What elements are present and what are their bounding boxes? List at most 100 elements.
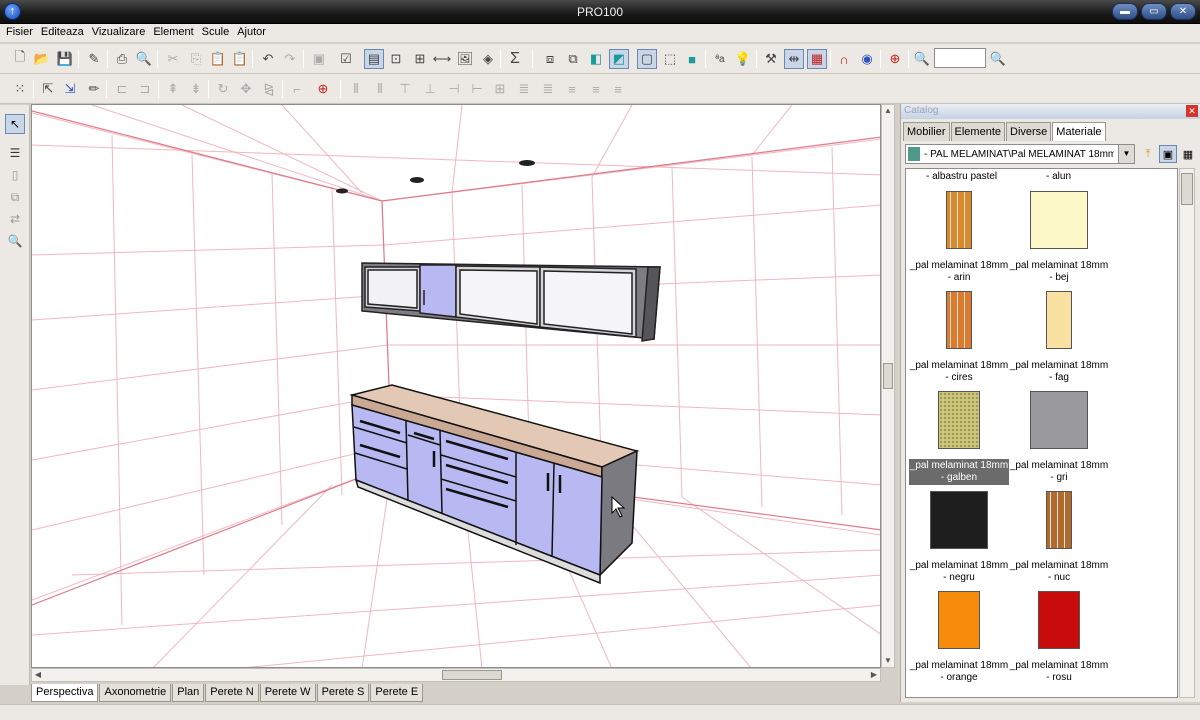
tab-perete-e[interactable]: Perete E (370, 684, 424, 702)
tab-diverse[interactable]: Diverse (1006, 122, 1052, 141)
grid-snap-icon[interactable]: ⁙ (10, 79, 30, 99)
cube-textured-icon[interactable]: ◩ (609, 49, 629, 69)
material-item[interactable]: _pal melaminat 18mm - galben (909, 391, 1009, 485)
close-button[interactable]: ✕ (1170, 3, 1196, 20)
material-item[interactable]: _pal melaminat 18mm - nuc (1009, 491, 1109, 585)
material-item[interactable]: _pal melaminat 18mm - fag (1009, 291, 1109, 385)
viewport-vertical-scrollbar[interactable]: ▲ ▼ (881, 104, 895, 668)
page-icon[interactable]: ▯ (5, 165, 25, 185)
distribute-icon[interactable]: ⫴ (346, 79, 366, 99)
material-item[interactable]: _pal melaminat 18mm - negru (909, 491, 1009, 585)
material-item[interactable]: _pal melaminat 18mm - gri (1009, 391, 1109, 485)
tab-plan[interactable]: Plan (172, 684, 205, 702)
stack-icon[interactable]: ≡ (608, 79, 628, 99)
grid-icon[interactable]: ▦ (807, 49, 827, 69)
cube-shaded-icon[interactable]: ◧ (586, 49, 606, 69)
ceiling-light[interactable] (410, 177, 424, 183)
magnet-icon[interactable]: ∩ (834, 49, 854, 69)
zoom-icon[interactable]: 🔍 (5, 231, 25, 251)
properties-icon[interactable]: ✎ (84, 49, 104, 69)
cube-box-icon[interactable]: ⬚ (660, 49, 680, 69)
material-item[interactable]: _pal melaminat 18mm - cires (909, 291, 1009, 385)
scroll-thumb[interactable] (442, 670, 502, 680)
tab-mobilier[interactable]: Mobilier (903, 122, 950, 141)
align-bottom-icon[interactable]: ⊥ (420, 79, 440, 99)
align-center-icon[interactable]: ⊞ (490, 79, 510, 99)
maximize-button[interactable]: ▭ (1141, 3, 1167, 20)
layers-icon[interactable]: ☰ (5, 143, 25, 163)
zoom-out-icon[interactable]: 🔍 (988, 49, 1008, 69)
rotate-icon[interactable]: ↻ (213, 79, 233, 99)
scroll-right-icon[interactable]: ▶ (868, 669, 880, 681)
catalog-scrollbar[interactable] (1179, 168, 1195, 698)
large-icons-view-icon[interactable]: ▣ (1159, 145, 1177, 163)
menu-fisier[interactable]: Fisier (2, 24, 37, 42)
paste-icon[interactable]: 📋 (208, 49, 228, 69)
chevron-down-icon[interactable]: ▼ (1118, 145, 1134, 163)
align-top-icon[interactable]: ⊤ (395, 79, 415, 99)
material-item[interactable]: _pal melaminat 18mm - arin (909, 191, 1009, 285)
align-right-icon[interactable]: ⊢ (467, 79, 487, 99)
zoom-input[interactable] (934, 48, 986, 68)
ceiling-light[interactable] (519, 160, 535, 166)
material-swatch[interactable] (1030, 191, 1088, 249)
light-bulb-icon[interactable]: 💡 (733, 49, 753, 69)
tab-perete-s[interactable]: Perete S (316, 684, 370, 702)
move-cross-icon[interactable]: ✥ (236, 79, 256, 99)
tab-materiale[interactable]: Materiale (1052, 122, 1106, 141)
print-preview-icon[interactable]: 🔍 (134, 49, 154, 69)
zoom-fit-icon[interactable]: ⊞ (410, 49, 430, 69)
menu-element[interactable]: Element (149, 24, 197, 42)
catalog-close-icon[interactable]: ✕ (1186, 105, 1198, 117)
material-swatch[interactable] (930, 491, 988, 549)
list-view-icon[interactable]: ▦ (1179, 145, 1197, 163)
stack-icon[interactable]: ≣ (538, 79, 558, 99)
scroll-left-icon[interactable]: ◀ (32, 669, 44, 681)
save-icon[interactable]: 💾 (55, 49, 75, 69)
menu-vizualizare[interactable]: Vizualizare (88, 24, 150, 42)
target-icon[interactable]: ⊕ (885, 49, 905, 69)
duplicate-icon[interactable]: ⧉ (5, 187, 25, 207)
distribute-icon[interactable]: ⫴ (370, 79, 390, 99)
wall-cabinets[interactable] (361, 262, 661, 342)
render-icon[interactable]: ◈ (478, 49, 498, 69)
zoom-window-icon[interactable]: ⊡ (386, 49, 406, 69)
stack-icon[interactable]: ≡ (586, 79, 606, 99)
material-item[interactable]: _pal melaminat 18mm - orange (909, 591, 1009, 685)
material-swatch[interactable] (946, 191, 972, 249)
cube-hidden-icon[interactable]: ⧉ (563, 49, 583, 69)
checklist-icon[interactable]: ☑ (336, 49, 356, 69)
material-swatch[interactable] (946, 291, 972, 349)
3d-viewport[interactable] (31, 104, 881, 668)
align-icon[interactable]: ⊏ (112, 79, 132, 99)
tab-perete-n[interactable]: Perete N (205, 684, 259, 702)
folder-up-icon[interactable]: ⤒ (1139, 145, 1157, 163)
tab-axonometrie[interactable]: Axonometrie (99, 684, 172, 702)
material-swatch[interactable] (1030, 391, 1088, 449)
redo-icon[interactable]: ↷ (280, 49, 300, 69)
mirror-icon[interactable]: ⧎ (259, 79, 279, 99)
stack-icon[interactable]: ≡ (562, 79, 582, 99)
minimize-button[interactable]: ▬ (1112, 3, 1138, 20)
zoom-in-icon[interactable]: 🔍 (912, 49, 932, 69)
select-arrow-icon[interactable]: ↖ (5, 114, 25, 134)
scroll-thumb[interactable] (1181, 173, 1193, 205)
cube-outline-icon[interactable]: ▢ (637, 49, 657, 69)
catalog-view-icon[interactable]: ▤ (364, 49, 384, 69)
tab-elemente[interactable]: Elemente (950, 122, 1005, 141)
tab-perspectiva[interactable]: Perspectiva (31, 684, 99, 702)
cube-wire-icon[interactable]: ⧈ (540, 49, 560, 69)
menu-editeaza[interactable]: Editeaza (37, 24, 88, 42)
material-swatch[interactable] (1046, 491, 1072, 549)
print-icon[interactable]: ⎙ (112, 49, 132, 69)
pin-icon[interactable]: ⇟ (186, 79, 206, 99)
material-item[interactable]: _pal melaminat 18mm - rosu (1009, 591, 1109, 685)
materials-list[interactable]: - albastru pastel - alun _pal melaminat … (905, 168, 1178, 698)
group-icon[interactable]: ▣ (309, 49, 329, 69)
material-swatch[interactable] (1038, 591, 1080, 649)
scroll-thumb[interactable] (883, 363, 893, 389)
tab-perete-w[interactable]: Perete W (259, 684, 316, 702)
pin-icon[interactable]: ⇞ (163, 79, 183, 99)
material-swatch[interactable] (938, 391, 980, 449)
scroll-down-icon[interactable]: ▼ (882, 655, 894, 667)
